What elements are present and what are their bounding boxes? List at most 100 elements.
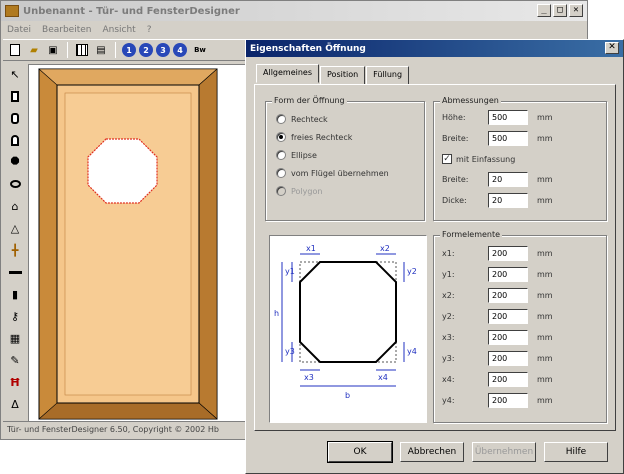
radio-ellipse[interactable]: Ellipse: [276, 150, 317, 160]
zoom-3-icon[interactable]: 3: [156, 43, 170, 57]
frame-thickness-input[interactable]: [488, 193, 528, 208]
unit-label: mm: [537, 312, 553, 321]
frame-width-input[interactable]: [488, 172, 528, 187]
apply-button: Übernehmen: [472, 442, 536, 462]
octagon-shape: [299, 261, 397, 363]
drop-small-tool-icon[interactable]: △: [7, 219, 23, 237]
radio-dot-selected[interactable]: [276, 132, 286, 142]
unit-label: mm: [537, 270, 553, 279]
height-row: Höhe: mm: [442, 110, 553, 125]
list-icon[interactable]: ▤: [93, 42, 109, 58]
x3-label: x3:: [442, 333, 455, 342]
zoom-4-icon[interactable]: 4: [173, 43, 187, 57]
open-folder-icon[interactable]: ▰: [26, 42, 42, 58]
tab-panel: Form der Öffnung Rechteck freies Rechtec…: [254, 84, 616, 431]
grid-icon[interactable]: [74, 42, 90, 58]
y4-input[interactable]: [488, 393, 528, 408]
zoom-fit-icon[interactable]: Bw: [190, 42, 210, 58]
radio-label: Polygon: [291, 186, 323, 196]
main-titlebar[interactable]: Unbenannt - Tür- und FensterDesigner _ □…: [1, 1, 587, 21]
maximize-button[interactable]: □: [553, 4, 567, 17]
bar-tool-icon[interactable]: [7, 263, 23, 281]
dialog-tabs: Allgemeines Position Füllung: [256, 64, 410, 85]
drop-tool-icon[interactable]: ⌂: [7, 197, 23, 215]
unit-label: mm: [537, 249, 553, 258]
checkbox-label: mit Einfassung: [456, 154, 516, 164]
zoom-1-icon[interactable]: 1: [122, 43, 136, 57]
form-row-x4: x4: mm: [442, 372, 553, 387]
tab-fuellung[interactable]: Füllung: [366, 66, 410, 85]
menu-bearbeiten[interactable]: Bearbeiten: [42, 25, 91, 35]
ellipse-tool-icon[interactable]: [7, 175, 23, 193]
frame-checkbox[interactable]: ✓ mit Einfassung: [442, 154, 515, 164]
y4-label: y4:: [442, 396, 455, 405]
y1-input[interactable]: [488, 267, 528, 282]
left-toolbox: ↖ ⯃ ⌂ △ ╋ ▮ ⚷ ▦ ✎ Ħ Δ: [5, 65, 25, 413]
crossbar-tool-icon[interactable]: ╋: [7, 241, 23, 259]
x2-input[interactable]: [488, 288, 528, 303]
pointer-tool-icon[interactable]: ↖: [7, 65, 23, 83]
cancel-button[interactable]: Abbrechen: [400, 442, 464, 462]
close-button[interactable]: ✕: [569, 4, 583, 17]
x1-input[interactable]: [488, 246, 528, 261]
measure-tool-icon[interactable]: Δ: [7, 395, 23, 413]
door-drawing: [38, 68, 218, 420]
minimize-button[interactable]: _: [537, 4, 551, 17]
tab-position[interactable]: Position: [320, 66, 366, 85]
height-input[interactable]: [488, 110, 528, 125]
dialog-titlebar[interactable]: Eigenschaften Öffnung ✕: [246, 40, 623, 57]
form-row-x2: x2: mm: [442, 288, 553, 303]
menu-ansicht[interactable]: Ansicht: [102, 25, 135, 35]
diagram-label-y3: y3: [285, 347, 295, 356]
form-elements-group: Formelemente x1: mm y1: mm x2: mm y2: mm x3:…: [433, 230, 607, 423]
shape-preview: x1 x2 y1 y2 h y3 y4 x3 x4 b: [269, 235, 427, 423]
save-icon[interactable]: ▣: [45, 42, 61, 58]
ok-button[interactable]: OK: [327, 441, 393, 463]
y3-input[interactable]: [488, 351, 528, 366]
opening-diagram: x1 x2 y1 y2 h y3 y4 x3 x4 b: [274, 244, 417, 400]
radio-dot[interactable]: [276, 150, 286, 160]
zoom-2-icon[interactable]: 2: [139, 43, 153, 57]
width-input[interactable]: [488, 131, 528, 146]
rounded-rect-tool-icon[interactable]: [7, 109, 23, 127]
shape-group: Form der Öffnung Rechteck freies Rechtec…: [265, 96, 425, 221]
handle-tool-icon[interactable]: ▮: [7, 285, 23, 303]
rectangle-tool-icon[interactable]: [7, 87, 23, 105]
y2-input[interactable]: [488, 309, 528, 324]
octagon-tool-icon[interactable]: ⯃: [7, 153, 23, 171]
dimension-tool-icon[interactable]: Ħ: [7, 373, 23, 391]
x3-input[interactable]: [488, 330, 528, 345]
frame-width-label: Breite:: [442, 175, 469, 184]
diagram-label-y4: y4: [407, 347, 417, 356]
menu-help[interactable]: ?: [147, 25, 152, 35]
new-document-icon[interactable]: [7, 42, 23, 58]
checkbox-box[interactable]: ✓: [442, 154, 452, 164]
unit-label: mm: [537, 333, 553, 342]
drawing-canvas[interactable]: [28, 64, 246, 422]
help-button[interactable]: Hilfe: [544, 442, 608, 462]
diagram-label-x3: x3: [304, 373, 314, 382]
form-elements-legend: Formelemente: [440, 230, 503, 239]
diagram-label-y1: y1: [285, 267, 295, 276]
x4-input[interactable]: [488, 372, 528, 387]
unit-label: mm: [537, 196, 553, 205]
tab-allgemeines[interactable]: Allgemeines: [256, 64, 320, 83]
radio-freies-rechteck[interactable]: freies Rechteck: [276, 132, 352, 142]
dimensions-group-legend: Abmessungen: [440, 96, 501, 105]
diagram-label-x1: x1: [306, 244, 316, 253]
dialog-close-button[interactable]: ✕: [605, 42, 619, 54]
radio-dot[interactable]: [276, 168, 286, 178]
paint-tool-icon[interactable]: ✎: [7, 351, 23, 369]
diagram-label-b: b: [345, 391, 350, 400]
radio-dot-disabled: [276, 186, 286, 196]
door-opening[interactable]: [87, 138, 158, 204]
arch-tool-icon[interactable]: [7, 131, 23, 149]
diagram-label-x4: x4: [378, 373, 388, 382]
radio-rechteck[interactable]: Rechteck: [276, 114, 328, 124]
radio-dot[interactable]: [276, 114, 286, 124]
diagram-label-x2: x2: [380, 244, 390, 253]
key-tool-icon[interactable]: ⚷: [7, 307, 23, 325]
hinge-tool-icon[interactable]: ▦: [7, 329, 23, 347]
menu-datei[interactable]: Datei: [7, 25, 31, 35]
radio-vom-fluegel[interactable]: vom Flügel übernehmen: [276, 168, 389, 178]
